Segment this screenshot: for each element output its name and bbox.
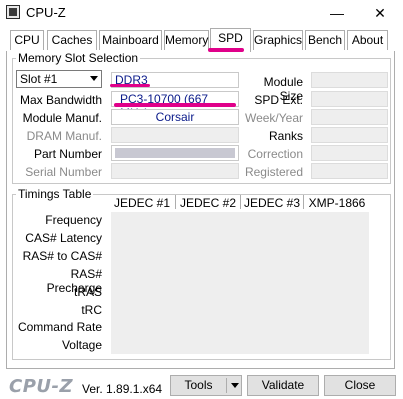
- bandwidth-annotation-mark: [114, 103, 236, 107]
- row-trc: tRC: [81, 303, 102, 317]
- spd-tab-annotation-mark: [208, 48, 244, 52]
- row-command-rate: Command Rate: [17, 320, 102, 334]
- cpu-z-logo: CPU-Z: [9, 376, 74, 397]
- ddr3-annotation-mark: [110, 84, 150, 87]
- tab-bench[interactable]: Bench: [305, 30, 345, 50]
- max-bandwidth-label: Max Bandwidth: [19, 93, 102, 107]
- slot-select-value: Slot #1: [20, 72, 58, 86]
- row-ras-to-cas: RAS# to CAS#: [22, 249, 102, 263]
- spd-ext-field: [311, 91, 388, 107]
- timings-group-title: Timings Table: [16, 187, 94, 201]
- cpu-z-app-icon: [6, 5, 20, 19]
- dram-manuf-field: [111, 127, 239, 143]
- col-separator: [175, 195, 176, 209]
- tools-button[interactable]: Tools: [170, 375, 242, 396]
- col-separator: [240, 195, 241, 209]
- serial-number-field: [111, 163, 239, 179]
- col-jedec-1: JEDEC #1: [113, 196, 171, 210]
- chevron-down-icon: [90, 76, 98, 81]
- registered-label: Registered: [244, 165, 303, 179]
- validate-button[interactable]: Validate: [247, 375, 319, 396]
- serial-number-label: Serial Number: [25, 165, 102, 179]
- ranks-field: [311, 127, 388, 143]
- row-frequency: Frequency: [45, 213, 102, 227]
- timings-values-area: [111, 212, 369, 354]
- week-year-field: [311, 109, 388, 125]
- row-cas-latency: CAS# Latency: [25, 231, 102, 245]
- col-separator: [303, 195, 304, 209]
- correction-field: [311, 145, 388, 161]
- col-jedec-2: JEDEC #2: [179, 196, 237, 210]
- row-voltage: Voltage: [61, 338, 102, 352]
- row-tras: tRAS: [73, 285, 102, 299]
- title-bar: CPU-Z — ✕: [0, 0, 403, 27]
- chevron-down-icon[interactable]: [231, 383, 239, 388]
- part-number-redaction: [115, 148, 235, 158]
- slot-select[interactable]: Slot #1: [16, 70, 102, 88]
- tab-caches[interactable]: Caches: [47, 30, 97, 50]
- close-window-button[interactable]: ✕: [358, 0, 402, 27]
- ranks-label: Ranks: [268, 129, 303, 143]
- tab-graphics[interactable]: Graphics: [253, 30, 303, 50]
- memory-slot-group-title: Memory Slot Selection: [16, 51, 141, 65]
- tab-memory[interactable]: Memory: [164, 30, 209, 50]
- correction-label: Correction: [247, 147, 303, 161]
- tab-about[interactable]: About: [347, 30, 388, 50]
- close-button[interactable]: Close: [324, 375, 396, 396]
- col-jedec-3: JEDEC #3: [243, 196, 301, 210]
- module-manuf-field: Corsair: [111, 109, 239, 125]
- tab-mainboard[interactable]: Mainboard: [99, 30, 162, 50]
- module-size-field: [311, 72, 388, 88]
- part-number-label: Part Number: [33, 147, 102, 161]
- tools-button-label: Tools: [184, 378, 213, 392]
- registered-field: [311, 163, 388, 179]
- tab-cpu[interactable]: CPU: [10, 30, 44, 50]
- module-manuf-label: Module Manuf.: [22, 111, 102, 125]
- version-text: Ver. 1.89.1.x64: [82, 382, 163, 396]
- window-title: CPU-Z: [26, 5, 66, 20]
- dram-manuf-label: DRAM Manuf.: [26, 129, 102, 143]
- part-number-field: [111, 145, 239, 161]
- tab-strip: CPU Caches Mainboard Memory SPD Graphics…: [6, 28, 396, 52]
- minimize-button[interactable]: —: [315, 0, 359, 27]
- col-xmp-1866: XMP-1866: [308, 196, 366, 210]
- tools-button-divider: [226, 378, 227, 393]
- spd-ext-label: SPD Ext.: [254, 93, 303, 107]
- week-year-label: Week/Year: [244, 111, 303, 125]
